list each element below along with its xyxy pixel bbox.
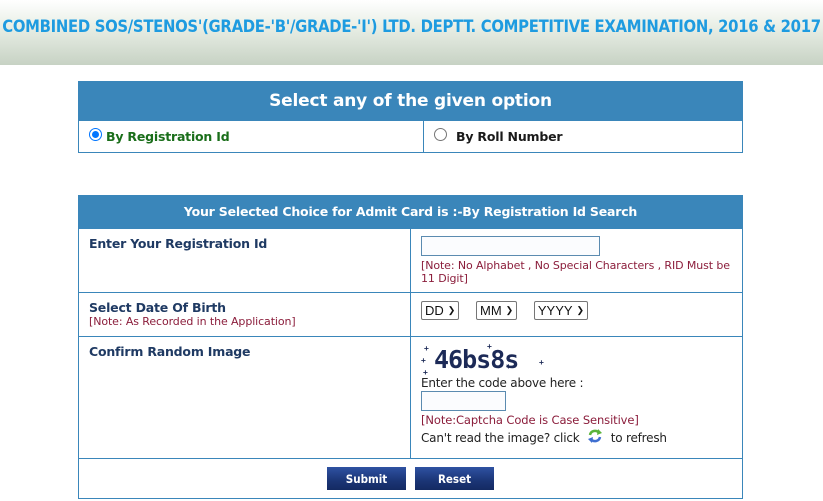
search-option-panel: Select any of the given option By Regist… [78,81,743,153]
dob-label: Select Date Of Birth [89,300,226,315]
dob-month-select[interactable]: MM ❯ [475,301,518,320]
registration-id-option-label: By Registration Id [106,129,230,144]
dob-month-value: MM [479,303,502,318]
page-header: COMBINED SOS/STENOS'(GRADE-'B'/GRADE-'I'… [0,0,823,65]
chevron-down-icon: ❯ [576,305,585,315]
captcha-input[interactable] [421,391,506,411]
dob-note: [Note: As Recorded in the Application] [89,315,296,328]
refresh-prefix-text: Can't read the image? click [421,431,580,445]
reset-button[interactable]: Reset [415,467,494,490]
captcha-row: Confirm Random Image + + + + + + 46bs8s … [79,336,742,458]
captcha-note: [Note:Captcha Code is Case Sensitive] [421,413,639,427]
option-registration-id[interactable]: By Registration Id [79,121,424,152]
registration-id-radio[interactable] [89,128,102,141]
submit-button[interactable]: Submit [327,467,406,490]
dob-year-value: YYYY [537,303,573,318]
dob-row: Select Date Of Birth [Note: As Recorded … [79,292,742,336]
dob-year-select[interactable]: YYYY ❯ [533,301,589,320]
option-roll-number[interactable]: By Roll Number [424,121,742,152]
chevron-down-icon: ❯ [447,305,456,315]
exam-title: COMBINED SOS/STENOS'(GRADE-'B'/GRADE-'I'… [2,17,821,36]
refresh-icon[interactable] [587,429,603,443]
registration-note: [Note: No Alphabet , No Special Characte… [421,259,730,285]
refresh-suffix-text: to refresh [610,431,667,445]
captcha-image: + + + + + + 46bs8s [421,342,544,377]
dob-day-value: DD [425,303,444,318]
dob-day-select[interactable]: DD ❯ [421,301,460,320]
captcha-label: Confirm Random Image [79,337,411,458]
chevron-down-icon: ❯ [505,305,514,315]
option-panel-heading: Select any of the given option [79,82,742,121]
admit-card-form: Your Selected Choice for Admit Card is :… [78,195,743,499]
roll-number-option-label: By Roll Number [456,129,563,144]
registration-id-input[interactable] [421,236,600,256]
buttons-row: Submit Reset [79,458,742,501]
registration-row: Enter Your Registration Id [Note: No Alp… [79,228,742,292]
roll-number-radio[interactable] [434,128,447,141]
form-heading: Your Selected Choice for Admit Card is :… [79,196,742,228]
captcha-prompt: Enter the code above here : [421,376,584,390]
registration-label: Enter Your Registration Id [79,229,411,292]
